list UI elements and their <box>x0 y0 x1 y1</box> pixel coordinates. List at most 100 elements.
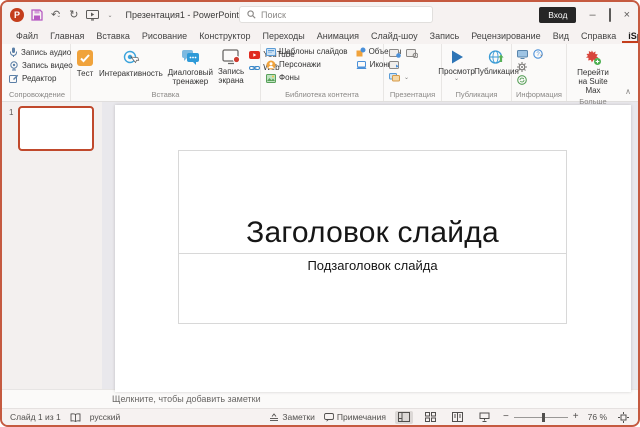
quiz-button[interactable]: Тест <box>74 46 96 78</box>
tab-draw[interactable]: Рисование <box>136 30 193 43</box>
slide-counter: Слайд 1 из 1 <box>10 412 61 422</box>
powerpoint-window: P ↶ ⌄ ↻ ⌄ Презентация1 - PowerPoint Prev… <box>0 0 640 427</box>
check-updates-button[interactable] <box>517 75 527 85</box>
group-label-accompany: Сопровождение <box>7 89 67 101</box>
editor-button[interactable]: Редактор <box>7 73 58 85</box>
notes-toggle-label: Заметки <box>282 412 315 422</box>
tab-insert[interactable]: Вставка <box>90 30 135 43</box>
subtitle-placeholder[interactable]: Подзаголовок слайда <box>178 253 567 324</box>
notes-toggle-button[interactable]: Заметки <box>269 412 315 422</box>
record-video-label: Запись видео <box>22 61 73 71</box>
view-reading-button[interactable] <box>449 411 467 424</box>
close-button[interactable]: × <box>624 10 630 21</box>
screen-recording-button[interactable]: Запись экрана <box>216 46 246 85</box>
record-audio-button[interactable]: Запись аудио <box>7 46 73 59</box>
qat-customize-icon[interactable]: ⌄ <box>107 12 112 19</box>
slide-templates-icon <box>266 48 276 57</box>
zoom-percentage[interactable]: 76 % <box>588 412 607 422</box>
color-themes-button[interactable] <box>389 73 401 82</box>
backgrounds-icon <box>266 74 276 83</box>
presentation-settings-button[interactable] <box>406 49 418 58</box>
icons-library-icon <box>356 61 367 70</box>
statusbar-right: Заметки Примечания − + <box>269 411 630 424</box>
tab-review[interactable]: Рецензирование <box>465 30 547 43</box>
slide-templates-label: Шаблоны слайдов <box>279 47 348 57</box>
dialog-icon <box>181 49 200 66</box>
slide-canvas[interactable]: Заголовок слайда Подзаголовок слайда <box>115 105 631 392</box>
view-normal-button[interactable] <box>395 411 413 424</box>
interaction-button[interactable]: Интерактивность <box>97 46 165 78</box>
player-button[interactable] <box>389 61 401 70</box>
view-slideshow-button[interactable] <box>476 411 494 424</box>
undo-dropdown-icon: ⌄ <box>56 12 61 19</box>
editor-icon <box>9 74 19 84</box>
notes-toggle-icon <box>269 413 279 422</box>
quiz-icon <box>76 49 94 67</box>
characters-button[interactable]: Персонажи <box>264 59 323 71</box>
tab-home[interactable]: Главная <box>44 30 90 43</box>
notes-placeholder: Щелкните, чтобы добавить заметки <box>2 394 261 404</box>
publish-button[interactable]: Публикация <box>478 46 516 76</box>
language-indicator[interactable]: русский <box>90 412 121 422</box>
tab-help[interactable]: Справка <box>575 30 622 43</box>
tab-design[interactable]: Конструктор <box>193 30 256 43</box>
zoom-slider[interactable] <box>514 417 568 418</box>
zoom-out-button[interactable]: − <box>503 412 509 422</box>
view-slide-sorter-icon <box>425 412 436 422</box>
group-label-presentation: Презентация <box>387 89 438 101</box>
group-label-publishing: Публикация <box>445 89 508 101</box>
comments-label: Примечания <box>337 412 386 422</box>
slide-title-text: Заголовок слайда <box>246 216 499 253</box>
tab-transitions[interactable]: Переходы <box>257 30 311 43</box>
presentation-info-button[interactable] <box>389 49 401 58</box>
search-icon <box>247 10 256 19</box>
tab-record[interactable]: Запись <box>424 30 466 43</box>
fit-slide-button[interactable] <box>616 411 630 424</box>
view-slideshow-icon <box>479 412 490 422</box>
title-placeholder[interactable]: Заголовок слайда <box>178 150 567 254</box>
tab-ispring-suite[interactable]: iSpring Suite 11 <box>622 30 640 43</box>
system-info-button[interactable] <box>517 50 528 59</box>
signin-button[interactable]: Вход <box>539 7 576 23</box>
spellcheck-book-icon <box>70 413 81 422</box>
ribbon-tabs: Файл Главная Вставка Рисование Конструкт… <box>2 28 638 44</box>
comments-button[interactable]: Примечания <box>324 412 386 422</box>
backgrounds-button[interactable]: Фоны <box>264 72 302 84</box>
suite-max-label: Перейти на Suite Max <box>572 68 614 96</box>
start-slideshow-icon[interactable] <box>86 10 99 21</box>
preview-play-icon <box>449 49 465 65</box>
search-input[interactable]: Поиск <box>239 6 433 23</box>
view-slide-sorter-button[interactable] <box>422 411 440 424</box>
color-themes-dropdown-icon: ⌄ <box>404 74 409 81</box>
tab-view[interactable]: Вид <box>547 30 575 43</box>
zoom-slider-handle[interactable] <box>542 413 545 422</box>
slide-templates-button[interactable]: Шаблоны слайдов <box>264 46 350 58</box>
dialog-sim-button[interactable]: Диалоговый тренажер <box>166 46 215 86</box>
zoom-in-button[interactable]: + <box>573 412 579 422</box>
suite-max-icon <box>584 49 602 66</box>
slide-subtitle-text: Подзаголовок слайда <box>307 254 437 273</box>
slide-thumbnail-1[interactable] <box>18 106 94 151</box>
tab-animations[interactable]: Анимация <box>311 30 365 43</box>
preview-button[interactable]: Просмотр ⌄ <box>438 46 476 83</box>
redo-icon[interactable]: ↻ <box>69 10 78 21</box>
slide-thumbnail-panel[interactable]: 1 <box>2 102 102 389</box>
save-icon[interactable] <box>31 9 43 21</box>
collapse-ribbon-button[interactable]: ∧ <box>625 88 631 96</box>
maximize-button[interactable] <box>609 10 611 21</box>
powerpoint-logo-icon: P <box>10 8 24 22</box>
quick-access-toolbar: ↶ ⌄ ↻ ⌄ <box>31 9 113 21</box>
undo-button[interactable]: ↶ ⌄ <box>51 10 61 21</box>
view-normal-icon <box>398 412 410 422</box>
settings-gear-button[interactable] <box>517 62 527 72</box>
minimize-button[interactable]: – <box>589 10 595 21</box>
quiz-label: Тест <box>77 69 94 78</box>
suite-max-button[interactable]: Перейти на Suite Max <box>570 46 616 96</box>
tab-file[interactable]: Файл <box>10 30 44 43</box>
interaction-icon <box>122 49 140 67</box>
record-video-button[interactable]: Запись видео <box>7 60 75 72</box>
spellcheck-button[interactable] <box>70 413 81 422</box>
tab-slideshow[interactable]: Слайд-шоу <box>365 30 424 43</box>
help-button[interactable]: ? ⌄ <box>533 49 544 59</box>
fit-slide-icon <box>618 412 629 423</box>
